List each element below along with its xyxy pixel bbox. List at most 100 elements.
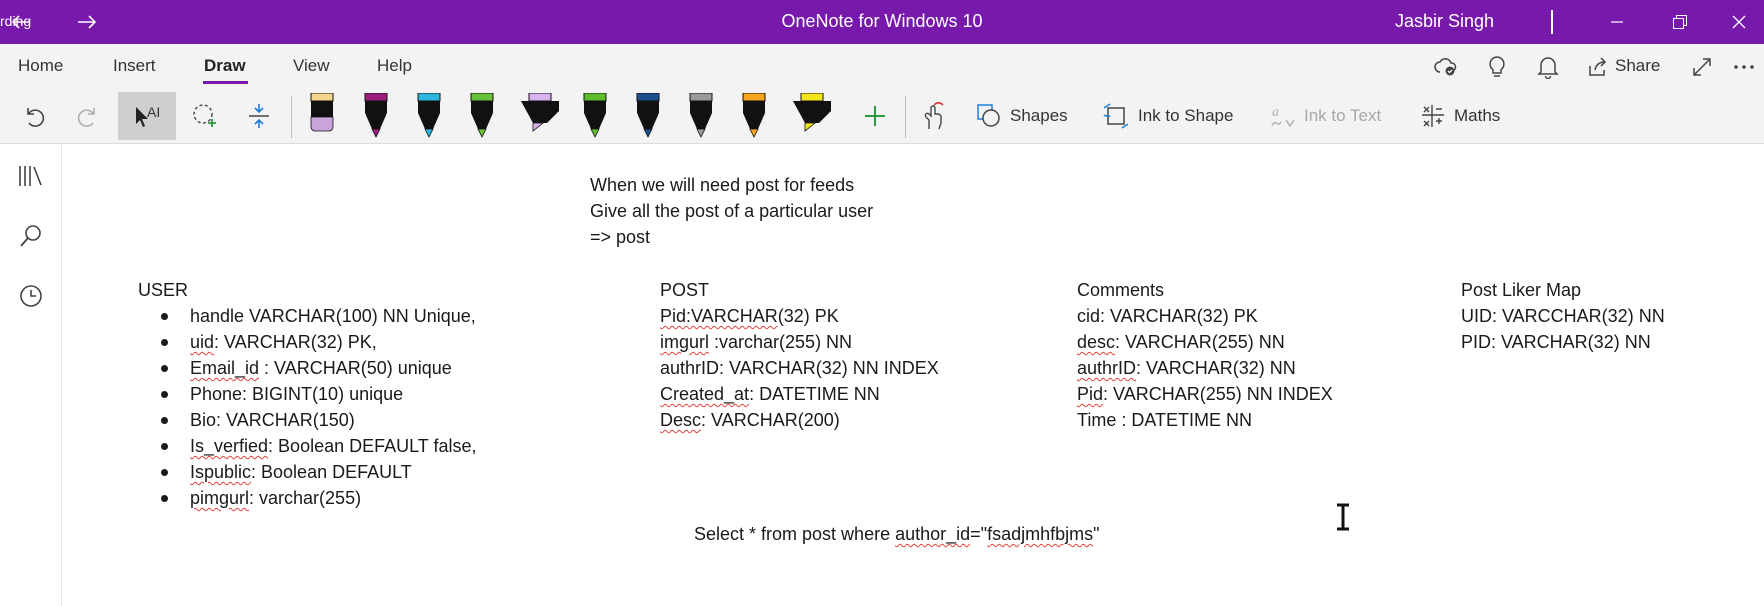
field-text: (32) PK [777,306,839,326]
field-text: : Boolean DEFAULT [251,462,412,482]
bell-icon[interactable] [1534,53,1562,81]
highlighter-yellow-icon[interactable] [790,92,834,140]
field-text: : VARCHAR(32) PK, [214,332,377,352]
sync-status-icon[interactable] [1432,53,1460,81]
lasso-select-icon[interactable] [186,92,224,140]
tab-draw[interactable]: Draw [204,56,246,76]
query-text: =" [970,524,988,544]
pen-green-icon[interactable] [465,92,499,140]
title-bar: rding OneNote for Windows 10 Jasbir Sing… [0,0,1764,44]
more-icon[interactable] [1730,53,1758,81]
field-text: authrID: VARCHAR(32) NN INDEX [660,358,939,378]
sql-query[interactable]: Select * from post where author_id="fsad… [694,521,1099,547]
ink-to-text-button[interactable]: a Ink to Text [1268,92,1398,140]
field-text: :varchar(255) NN [709,332,853,352]
maths-label: Maths [1454,106,1501,125]
field-text: cid: VARCHAR(32) PK [1077,306,1258,326]
pen-navy-icon[interactable] [631,92,665,140]
expand-icon[interactable] [1688,53,1716,81]
minimize-icon[interactable] [1600,8,1634,36]
redo-icon[interactable] [70,92,106,140]
field-text: Is_verfied [190,436,269,456]
maths-button[interactable]: Maths [1420,92,1520,140]
field-text: Bio: VARCHAR(150) [190,410,355,430]
liker-map-line: UID: VARCCHAR(32) NN [1461,306,1665,326]
ink-to-shape-icon [1103,103,1129,129]
field-text: : VARCHAR(200) [701,410,840,430]
pen-gray-icon[interactable] [684,92,718,140]
post-field-line: Pid:VARCHAR(32) PK [660,303,939,329]
pen-orange-icon[interactable] [737,92,771,140]
restore-icon[interactable] [1663,8,1697,36]
share-icon[interactable] [1584,53,1612,81]
liker-map-block[interactable]: Post Liker Map UID: VARCCHAR(32) NN PID:… [1461,277,1665,355]
field-text: Pid:VARCHAR [660,306,778,326]
query-text: Select * from post where [694,524,896,544]
field-text: : VARCHAR(50) unique [259,358,452,378]
user-field-item: Bio: VARCHAR(150) [138,407,477,433]
field-text: desc [1077,332,1116,352]
pen-black-lavender-icon[interactable] [305,92,339,140]
highlighter-lavender-icon[interactable] [518,92,562,140]
tab-home[interactable]: Home [18,56,63,76]
note-canvas[interactable]: When we will need post for feeds Give al… [63,145,1764,606]
user-table-block[interactable]: USER handle VARCHAR(100) NN Unique, uid: … [138,277,477,511]
liker-map-title: Post Liker Map [1461,280,1582,300]
ink-to-text-icon: a [1271,105,1295,128]
tab-view[interactable]: View [293,56,330,76]
active-tab-indicator [203,81,248,84]
query-text: " [1093,524,1100,544]
app-title: OneNote for Windows 10 [781,11,983,31]
ink-to-shape-label: Ink to Shape [1138,106,1234,125]
intro-line: When we will need post for feeds [590,175,855,195]
field-text: authrID [1077,358,1137,378]
query-text: author_id [895,524,971,544]
share-button-label[interactable]: Share [1615,56,1660,76]
touch-draw-icon[interactable] [916,92,950,140]
ink-to-shape-button[interactable]: Ink to Shape [1102,92,1252,140]
intro-text[interactable]: When we will need post for feeds Give al… [590,172,873,250]
field-text: : VARCHAR(32) NN [1136,358,1296,378]
field-text: : DATETIME NN [749,384,880,404]
post-table-block[interactable]: POST Pid:VARCHAR(32) PK imgurl :varchar(2… [660,277,939,433]
shapes-icon [977,104,1000,127]
tab-insert[interactable]: Insert [113,56,156,76]
post-field-list: Pid:VARCHAR(32) PK imgurl :varchar(255) N… [660,303,939,433]
intro-line: => post [590,227,651,247]
comments-field-line: authrID: VARCHAR(32) NN [1077,355,1333,381]
post-field-line: Created_at: DATETIME NN [660,381,939,407]
user-field-item: Is_verfied: Boolean DEFAULT false, [138,433,477,459]
intro-line: Give all the post of a particular user [590,201,874,221]
notebooks-icon[interactable] [17,162,45,190]
text-select-icon[interactable]: AI [118,92,176,140]
add-space-icon[interactable] [240,92,278,140]
liker-map-line: PID: VARCHAR(32) NN [1461,332,1651,352]
lightbulb-icon[interactable] [1483,53,1511,81]
field-text: Created_at [660,384,750,404]
search-icon[interactable] [17,222,45,250]
pen-blue-icon[interactable] [412,92,446,140]
comments-field-line: Time : DATETIME NN [1077,407,1333,433]
recent-icon[interactable] [17,282,45,310]
svg-text:AI: AI [147,104,160,120]
close-icon[interactable] [1722,8,1756,36]
shapes-button[interactable]: Shapes [976,92,1076,140]
field-text: : VARCHAR(255) NN [1115,332,1285,352]
plus-icon[interactable] [858,92,892,140]
user-field-item: Ispublic: Boolean DEFAULT [138,459,477,485]
field-text: handle VARCHAR(100) NN Unique, [190,306,476,326]
pen-purple-icon[interactable] [359,92,393,140]
field-text: Desc [660,410,702,430]
user-name[interactable]: Jasbir Singh [1395,11,1494,32]
user-field-item: pimgurl: varchar(255) [138,485,477,511]
navigation-rail [0,145,62,606]
post-title: POST [660,280,710,300]
user-title: USER [138,280,189,300]
comments-table-block[interactable]: Comments cid: VARCHAR(32) PK desc: VARCHA… [1077,277,1333,433]
pen-lime-icon[interactable] [578,92,612,140]
tab-help[interactable]: Help [377,56,412,76]
undo-icon[interactable] [16,92,52,140]
field-text: Email_id [190,358,260,378]
title-separator [1551,10,1553,34]
post-field-line: imgurl :varchar(255) NN [660,329,939,355]
